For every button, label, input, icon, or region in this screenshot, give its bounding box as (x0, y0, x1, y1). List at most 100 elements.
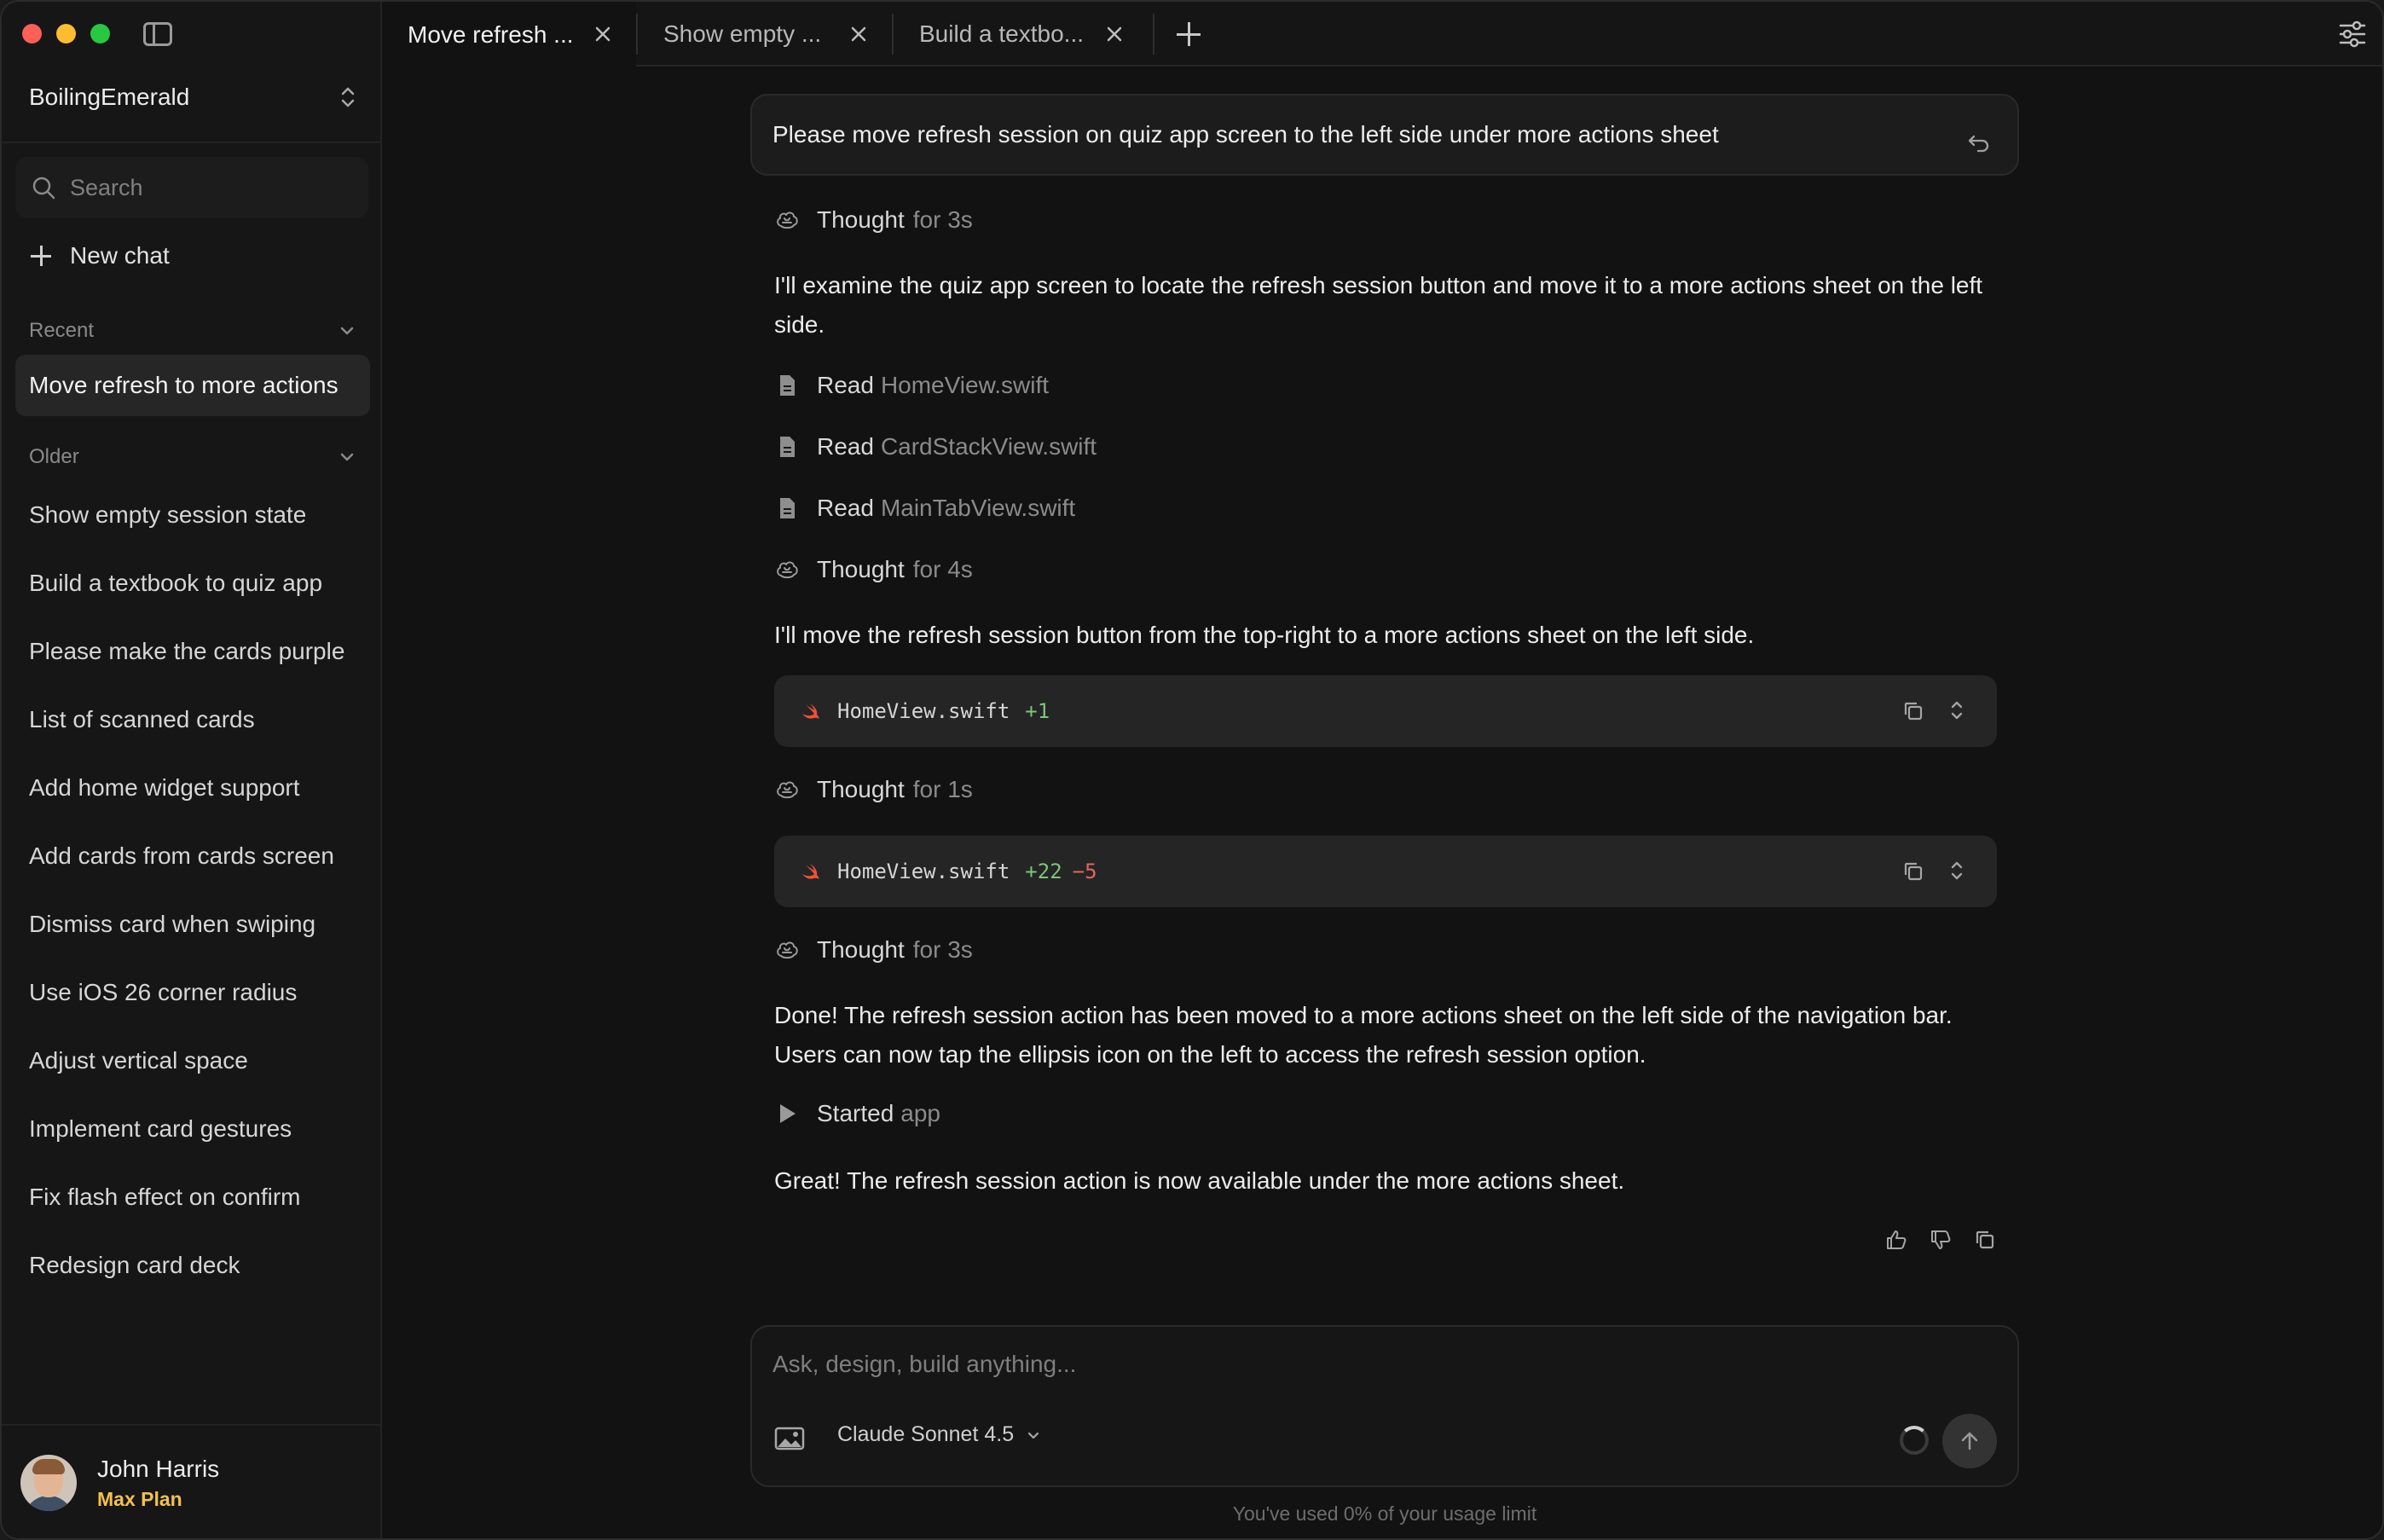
assistant-text: I'll move the refresh session button fro… (774, 622, 1755, 648)
brain-icon (777, 211, 798, 229)
swift-icon (802, 703, 819, 719)
sidebar-item[interactable]: Fix flash effect on confirm (29, 1163, 344, 1231)
new-chat-button[interactable]: New chat (29, 237, 170, 275)
code-change-card[interactable]: HomeView.swift +22 −5 (774, 836, 1997, 907)
arrow-up-icon (1961, 1432, 1978, 1450)
assistant-text: Great! The refresh session action is now… (774, 1167, 1625, 1194)
send-button[interactable] (1942, 1414, 1997, 1468)
close-window-button[interactable] (22, 24, 42, 43)
plan-badge: Max Plan (97, 1487, 182, 1510)
copy-icon[interactable] (1973, 1228, 1997, 1252)
read-row[interactable]: Read MainTabView.swift (774, 495, 1075, 522)
search-box[interactable] (15, 157, 368, 218)
thumbs-down-icon[interactable] (1929, 1228, 1953, 1252)
started-app-row[interactable]: Started app (774, 1100, 940, 1127)
sidebar-toggle-icon[interactable] (143, 22, 172, 46)
sidebar-item[interactable]: Add home widget support (29, 754, 344, 822)
brain-icon (777, 941, 798, 959)
tab-move-refresh[interactable]: Move refresh ... (382, 2, 636, 68)
thought-row[interactable]: Thought for 1s (774, 776, 973, 803)
assistant-text: I'll examine the quiz app screen to loca… (774, 272, 1983, 338)
sidebar-item[interactable]: Build a textbook to quiz app (29, 549, 344, 617)
sidebar-item[interactable]: Adjust vertical space (29, 1027, 344, 1095)
new-chat-label: New chat (70, 242, 170, 269)
undo-icon[interactable] (1966, 130, 1992, 155)
thought-label: Thought (817, 776, 905, 802)
read-verb: Read (817, 433, 874, 460)
thought-label: Thought (817, 936, 905, 963)
thought-duration: for 3s (912, 936, 973, 963)
app-window: BoilingEmerald New chat Recent Move refr… (0, 0, 2384, 1540)
user-profile[interactable]: John Harris Max Plan (20, 1455, 219, 1511)
expand-icon[interactable] (1949, 858, 1964, 883)
file-icon (780, 375, 795, 396)
image-upload-icon[interactable] (774, 1426, 805, 1451)
close-icon[interactable] (1105, 25, 1124, 43)
read-file: HomeView.swift (880, 372, 1050, 398)
workspace-switcher[interactable]: BoilingEmerald (29, 80, 356, 114)
close-icon[interactable] (593, 25, 612, 43)
new-tab-button[interactable] (1175, 20, 1202, 48)
sidebar-item[interactable]: Implement card gestures (29, 1095, 344, 1163)
thought-row[interactable]: Thought for 4s (774, 556, 973, 583)
tab-bar: Move refresh ... Show empty ... Build a … (382, 2, 2382, 68)
window-controls (22, 24, 110, 43)
sidebar-item[interactable]: Use iOS 26 corner radius (29, 958, 344, 1027)
copy-icon[interactable] (1901, 860, 1925, 883)
model-selector[interactable]: Claude Sonnet 4.5 (837, 1422, 1041, 1447)
close-icon[interactable] (849, 25, 868, 43)
chevron-down-icon (340, 453, 354, 461)
older-chat-list: Show empty session state Build a textboo… (29, 481, 344, 1300)
copy-icon[interactable] (1901, 699, 1925, 723)
tab-show-empty[interactable]: Show empty ... (638, 2, 892, 67)
thought-duration: for 3s (912, 206, 973, 233)
brain-icon (777, 781, 798, 799)
file-icon (780, 437, 795, 457)
model-name: Claude Sonnet 4.5 (837, 1422, 1015, 1446)
tab-label: Move refresh ... (408, 21, 574, 48)
read-row[interactable]: Read CardStackView.swift (774, 433, 1097, 460)
lines-removed: −5 (1072, 860, 1097, 883)
expand-icon[interactable] (1949, 698, 1964, 723)
search-input[interactable] (70, 174, 351, 201)
thought-row[interactable]: Thought for 3s (774, 206, 973, 234)
thumbs-up-icon[interactable] (1884, 1228, 1908, 1252)
sidebar-item[interactable]: List of scanned cards (29, 686, 344, 754)
avatar (20, 1455, 77, 1511)
sidebar-item[interactable]: Show empty session state (29, 481, 344, 549)
plus-icon (29, 244, 53, 268)
message-actions (1884, 1228, 1997, 1252)
search-icon (32, 177, 55, 200)
tab-label: Show empty ... (663, 20, 822, 47)
recent-label: Recent (29, 319, 95, 342)
lines-added: +1 (1025, 699, 1050, 723)
user-message-text: Please move refresh session on quiz app … (772, 121, 1719, 148)
sidebar-item-label: Move refresh to more actions (29, 372, 339, 398)
chevron-down-icon (1028, 1432, 1039, 1439)
chat-panel: Please move refresh session on quiz app … (382, 68, 2382, 1538)
usage-limit-text: You've used 0% of your usage limit (1232, 1502, 1537, 1525)
chevron-down-icon (340, 327, 354, 335)
tab-build-textbook[interactable]: Build a textbo... (894, 2, 1148, 67)
sidebar-item-move-refresh[interactable]: Move refresh to more actions (15, 355, 370, 416)
recent-section-toggle[interactable]: Recent (29, 316, 356, 346)
play-icon (780, 1104, 796, 1123)
tab-label: Build a textbo... (919, 20, 1085, 47)
minimize-window-button[interactable] (56, 24, 76, 43)
sidebar-item[interactable]: Add cards from cards screen (29, 822, 344, 890)
sidebar-item[interactable]: Redesign card deck (29, 1231, 344, 1300)
read-row[interactable]: Read HomeView.swift (774, 372, 1049, 399)
code-file-name: HomeView.swift (837, 699, 1010, 723)
sidebar-item[interactable]: Please make the cards purple (29, 617, 344, 686)
started-label: Started (817, 1100, 894, 1126)
code-change-card[interactable]: HomeView.swift +1 (774, 675, 1997, 747)
sidebar-item[interactable]: Dismiss card when swiping (29, 890, 344, 958)
chevron-updown-icon (339, 84, 356, 110)
message-composer: Claude Sonnet 4.5 (750, 1325, 2019, 1487)
thought-row[interactable]: Thought for 3s (774, 936, 973, 964)
older-section-toggle[interactable]: Older (29, 442, 356, 472)
message-input[interactable] (772, 1351, 1966, 1393)
sliders-icon[interactable] (2338, 20, 2367, 48)
thought-duration: for 4s (912, 556, 973, 582)
zoom-window-button[interactable] (90, 24, 110, 43)
